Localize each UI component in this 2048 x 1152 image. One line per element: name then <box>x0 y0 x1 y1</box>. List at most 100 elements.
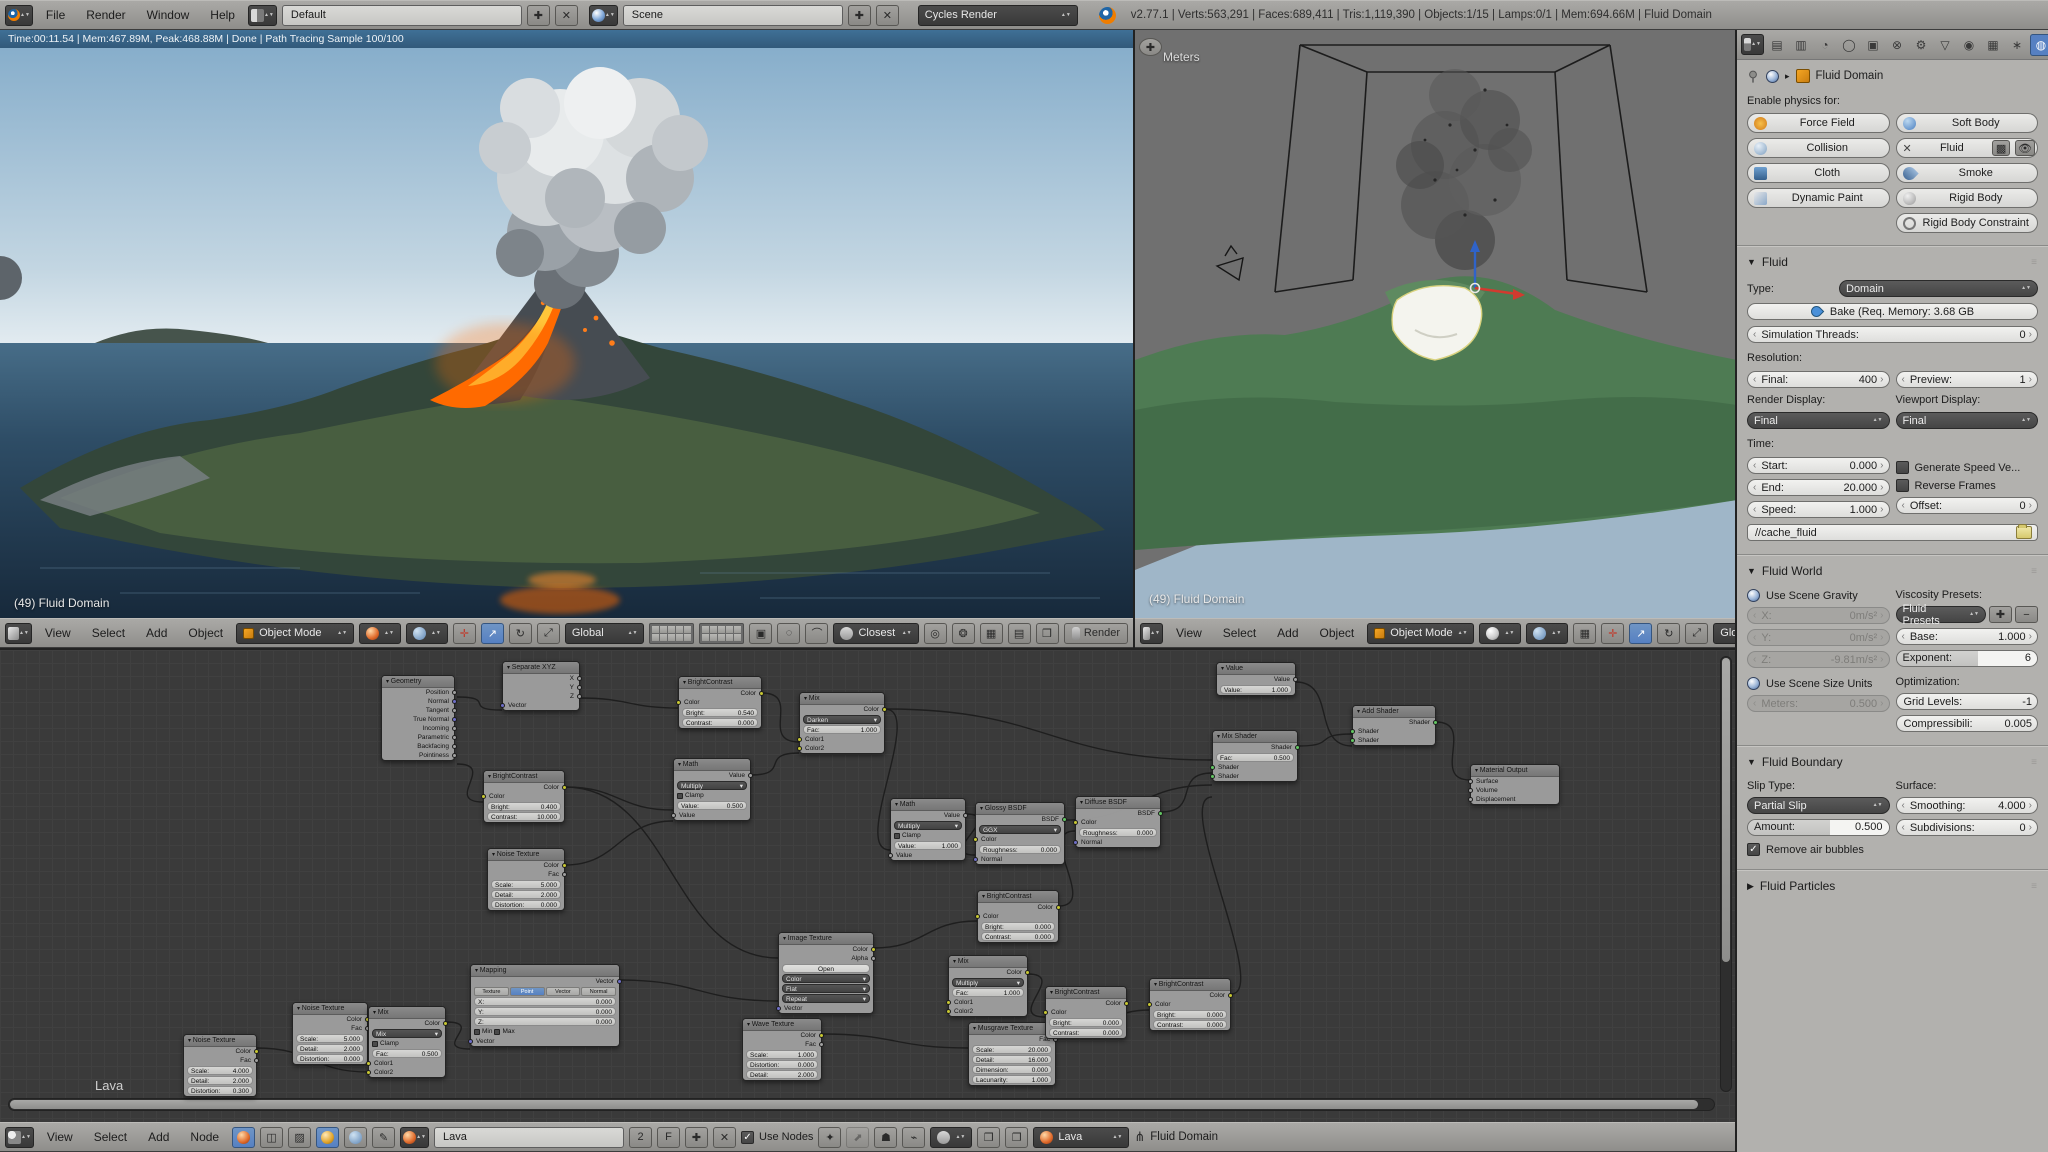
output-socket-fac[interactable]: Fac <box>293 1024 367 1033</box>
tab-modifiers[interactable]: ⚙ <box>1910 34 1932 56</box>
socket-dot[interactable] <box>562 872 567 877</box>
node-number-field[interactable]: Distortion:0.000 <box>491 900 561 909</box>
editor-type-button[interactable]: ▲▼ <box>5 1127 34 1148</box>
editor-type-button[interactable]: ▲▼ <box>5 623 32 644</box>
socket-dot[interactable] <box>577 685 582 690</box>
node-menu[interactable]: Multiply▾ <box>677 781 747 790</box>
socket-dot[interactable] <box>254 1049 259 1054</box>
input-socket-shader[interactable]: Shader <box>1353 727 1435 736</box>
output-socket-value[interactable]: Value <box>1217 675 1295 684</box>
node-number-field[interactable]: Contrast:10.000 <box>487 812 561 821</box>
meters-field[interactable]: ‹Meters: 0.500› <box>1747 695 1890 712</box>
input-socket-color[interactable]: Color <box>679 698 761 707</box>
node-math[interactable]: MathValueMultiply▾ClampValue:1.000Value <box>890 798 966 861</box>
copy-node-button[interactable]: ❒ <box>977 1127 1000 1148</box>
unlink-material-button[interactable]: ✕ <box>713 1127 736 1148</box>
socket-dot[interactable] <box>819 1033 824 1038</box>
node-number-field[interactable]: Distortion:0.000 <box>746 1060 818 1069</box>
pin-button[interactable]: ✦ <box>818 1127 841 1148</box>
node-number-field[interactable]: Contrast:0.000 <box>981 932 1055 941</box>
resolution-preview-field[interactable]: ‹Preview: 1› <box>1896 371 2039 388</box>
node-number-field[interactable]: Detail:16.000 <box>972 1055 1052 1064</box>
layers-widget-b[interactable] <box>699 623 744 644</box>
node-title[interactable]: Value <box>1217 663 1295 675</box>
output-socket-vector[interactable]: Vector <box>471 977 619 986</box>
node-menu[interactable]: Multiply▾ <box>952 978 1024 987</box>
node-mix[interactable]: MixColorMix▾ClampFac:0.500Color1Color2 <box>368 1006 446 1078</box>
node-number-field[interactable]: Fac:0.500 <box>372 1049 442 1058</box>
menu-select[interactable]: Select <box>86 1130 135 1144</box>
socket-dot[interactable] <box>871 956 876 961</box>
output-socket-alpha[interactable]: Alpha <box>779 954 873 963</box>
slip-type-select[interactable]: Partial Slip ▲▼ <box>1747 797 1890 814</box>
fluid-button[interactable]: ✕ Fluid ▩ 👁 <box>1896 138 2039 158</box>
manipulator-rotate-button[interactable]: ↻ <box>1657 623 1680 644</box>
input-socket-vector[interactable]: Vector <box>503 701 579 710</box>
node-title[interactable]: BrightContrast <box>1046 987 1126 999</box>
node-menu[interactable]: Multiply▾ <box>894 821 962 830</box>
node-number-field[interactable]: Bright:0.000 <box>1153 1010 1227 1019</box>
node-title[interactable]: Musgrave Texture <box>969 1023 1055 1035</box>
node-title[interactable]: Separate XYZ <box>503 662 579 674</box>
input-socket-shader[interactable]: Shader <box>1353 736 1435 745</box>
node-brightcontrast[interactable]: BrightContrastColorColorBright:0.000Cont… <box>977 890 1059 943</box>
add-layout-button[interactable]: ✚ <box>527 5 550 26</box>
use-scene-gravity-toggle[interactable] <box>1747 589 1760 602</box>
socket-dot[interactable] <box>452 717 457 722</box>
panel-grip[interactable]: ≡ <box>2031 881 2038 892</box>
time-speed-field[interactable]: ‹Speed: 1.000› <box>1747 501 1890 518</box>
rendered-volcano-scene[interactable] <box>0 48 1133 618</box>
proportional-edit-button[interactable]: ◌ <box>777 623 800 644</box>
socket-dot[interactable] <box>577 694 582 699</box>
node-checkbox-pair[interactable]: MinMax <box>474 1027 616 1036</box>
node-checkbox-clamp[interactable]: Clamp <box>894 831 962 840</box>
tab-render-layers[interactable]: ▥ <box>1790 34 1812 56</box>
output-socket-color[interactable]: Color <box>978 903 1058 912</box>
socket-dot[interactable] <box>452 753 457 758</box>
input-socket-value[interactable]: Value <box>674 811 750 820</box>
input-socket-color2[interactable]: Color2 <box>800 744 884 753</box>
output-socket-color[interactable]: Color <box>779 945 873 954</box>
node-brightcontrast[interactable]: BrightContrastColorColorBright:0.400Cont… <box>483 770 565 823</box>
socket-dot[interactable] <box>1073 820 1078 825</box>
tab-constraints[interactable]: ⊗ <box>1886 34 1908 56</box>
socket-dot[interactable] <box>1350 729 1355 734</box>
use-nodes-checkbox[interactable]: ✓ <box>741 1131 754 1144</box>
rigid-body-constraint-button[interactable]: Rigid Body Constraint <box>1896 213 2039 233</box>
socket-dot[interactable] <box>452 726 457 731</box>
socket-dot[interactable] <box>1025 970 1030 975</box>
input-socket-normal[interactable]: Normal <box>976 855 1064 864</box>
node-number-field[interactable]: Scale:1.000 <box>746 1050 818 1059</box>
socket-dot[interactable] <box>366 1070 371 1075</box>
opengl-render-image-button[interactable]: ▦ <box>980 623 1003 644</box>
material-slot-select[interactable]: Lava ▲▼ <box>1033 1127 1129 1148</box>
node-separate-xyz[interactable]: Separate XYZXYZVector <box>502 661 580 711</box>
input-socket-vector[interactable]: Vector <box>471 1037 619 1046</box>
mapping-mode-vector[interactable]: Vector <box>546 987 581 996</box>
output-socket-bsdf[interactable]: BSDF <box>1076 809 1160 818</box>
socket-dot[interactable] <box>1468 788 1473 793</box>
node-number-field[interactable]: Contrast:0.000 <box>682 718 758 727</box>
node-glossy-bsdf[interactable]: Glossy BSDFBSDFGGX▾ColorRoughness:0.000N… <box>975 802 1065 865</box>
output-socket-shader[interactable]: Shader <box>1353 718 1435 727</box>
socket-dot[interactable] <box>1158 811 1163 816</box>
socket-dot[interactable] <box>776 1006 781 1011</box>
output-socket-color[interactable]: Color <box>369 1019 445 1028</box>
remove-air-bubbles-checkbox[interactable]: ✓ <box>1747 843 1760 856</box>
socket-dot[interactable] <box>946 1000 951 1005</box>
socket-dot[interactable] <box>1468 797 1473 802</box>
snap-mode-select[interactable]: ▲▼ <box>930 1127 972 1148</box>
scene-icon-button[interactable]: ▲▼ <box>589 5 618 26</box>
material-browse-button[interactable]: ▲▼ <box>400 1127 429 1148</box>
close-scene-button[interactable]: ✕ <box>876 5 899 26</box>
menu-add[interactable]: Add <box>1269 626 1306 640</box>
shader-nodes-button[interactable] <box>232 1127 255 1148</box>
node-title[interactable]: Noise Texture <box>293 1003 367 1015</box>
horizontal-scrollbar[interactable] <box>8 1098 1715 1111</box>
output-socket-x[interactable]: X <box>503 674 579 683</box>
node-number-field[interactable]: Scale:5.000 <box>491 880 561 889</box>
node-number-field[interactable]: Bright:0.540 <box>682 708 758 717</box>
output-socket-color[interactable]: Color <box>484 783 564 792</box>
layers-button[interactable]: ▦ <box>1573 623 1596 644</box>
node-image-texture[interactable]: Image TextureColorAlphaOpenColor▾Flat▾Re… <box>778 932 874 1014</box>
